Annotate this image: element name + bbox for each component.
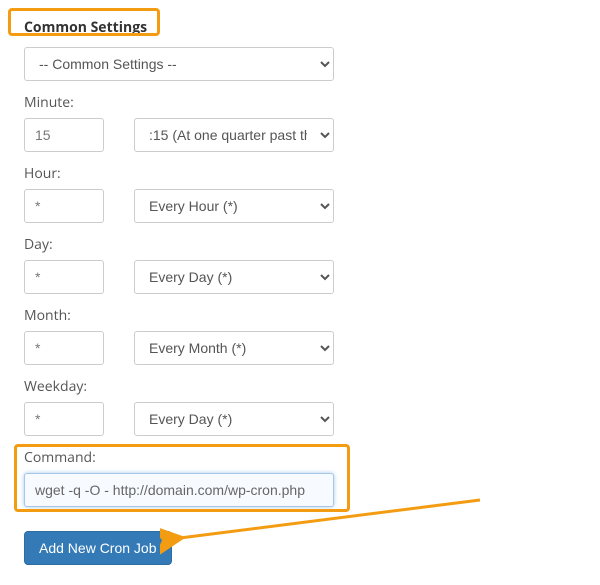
minute-select[interactable]: :15 (At one quarter past the hour) (134, 118, 334, 152)
common-settings-heading: Common Settings (24, 18, 576, 37)
add-cron-job-button[interactable]: Add New Cron Job (24, 531, 172, 565)
weekday-input[interactable] (24, 402, 104, 436)
command-input[interactable] (24, 473, 334, 507)
weekday-select[interactable]: Every Day (*) (134, 402, 334, 436)
hour-input[interactable] (24, 189, 104, 223)
month-select[interactable]: Every Month (*) (134, 331, 334, 365)
day-label: Day: (24, 235, 576, 254)
command-label: Command: (24, 448, 576, 467)
common-settings-select[interactable]: -- Common Settings -- (24, 47, 334, 81)
minute-label: Minute: (24, 93, 576, 112)
day-select[interactable]: Every Day (*) (134, 260, 334, 294)
hour-label: Hour: (24, 164, 576, 183)
month-label: Month: (24, 306, 576, 325)
month-input[interactable] (24, 331, 104, 365)
day-input[interactable] (24, 260, 104, 294)
minute-input[interactable] (24, 118, 104, 152)
weekday-label: Weekday: (24, 377, 576, 396)
hour-select[interactable]: Every Hour (*) (134, 189, 334, 223)
